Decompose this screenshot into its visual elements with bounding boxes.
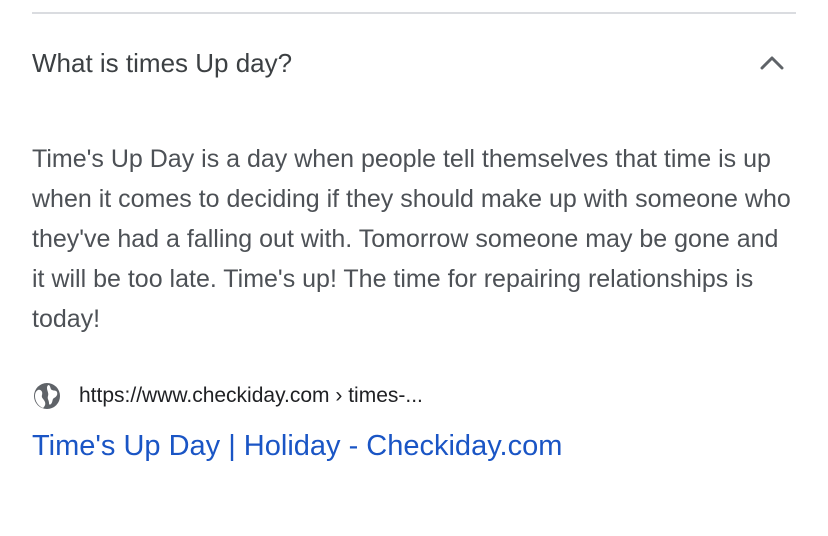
top-divider [32,12,796,14]
faq-question-toggle[interactable]: What is times Up day? [32,38,796,88]
result-title-link[interactable]: Time's Up Day | Holiday - Checkiday.com [32,424,562,468]
chevron-up-icon[interactable] [757,48,787,78]
source-url[interactable]: https://www.checkiday.com › times-... [79,384,423,408]
faq-question-text: What is times Up day? [32,48,293,78]
faq-answer-text: Time's Up Day is a day when people tell … [32,145,791,333]
globe-icon [32,381,62,411]
source-row[interactable]: https://www.checkiday.com › times-... [32,380,423,412]
